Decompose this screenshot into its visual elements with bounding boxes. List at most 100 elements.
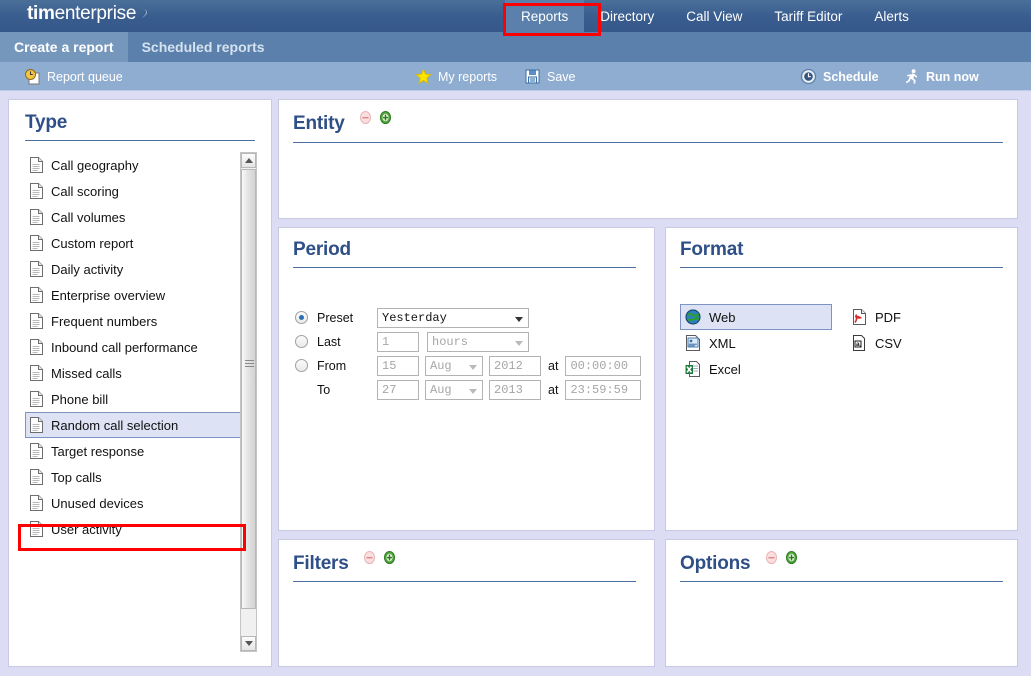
remove-entity-icon[interactable] xyxy=(359,111,372,124)
period-radio-preset[interactable] xyxy=(295,311,308,324)
scroll-down-button[interactable] xyxy=(241,636,256,651)
star-icon xyxy=(415,68,432,85)
type-list-item[interactable]: Custom report xyxy=(25,230,243,256)
to-month-select[interactable]: Aug xyxy=(425,379,483,400)
report-queue-button[interactable]: Report queue xyxy=(24,62,123,91)
period-panel-header: Period xyxy=(279,228,654,261)
type-list-item-label: Missed calls xyxy=(51,365,122,381)
type-list-item-label: Inbound call performance xyxy=(51,339,198,355)
format-option-label: PDF xyxy=(875,309,901,325)
nav-label-call-view: Call View xyxy=(686,8,743,24)
nav-item-reports[interactable]: Reports xyxy=(505,0,585,32)
type-list-item[interactable]: Call volumes xyxy=(25,204,243,230)
nav-item-tariff-editor[interactable]: Tariff Editor xyxy=(758,0,858,32)
options-panel-actions xyxy=(765,551,798,564)
app-logo: timenterprise xyxy=(27,3,151,25)
type-list-item[interactable]: Missed calls xyxy=(25,360,243,386)
format-option-pdf[interactable]: PDF xyxy=(846,304,986,330)
period-panel: Period Preset Yesterday Last 1 hours Fro… xyxy=(278,227,655,531)
pdf-document-icon xyxy=(851,309,867,325)
nav-item-alerts[interactable]: Alerts xyxy=(858,0,925,32)
entity-panel: Entity xyxy=(278,99,1018,219)
type-list-item[interactable]: Target response xyxy=(25,438,243,464)
period-radio-from[interactable] xyxy=(295,359,308,372)
save-label: Save xyxy=(547,69,576,84)
type-list-item[interactable]: Frequent numbers xyxy=(25,308,243,334)
add-option-icon[interactable] xyxy=(785,551,798,564)
report-queue-icon xyxy=(24,68,41,85)
scroll-up-button[interactable] xyxy=(241,153,256,168)
to-time-input[interactable]: 23:59:59 xyxy=(565,379,642,400)
last-unit-select[interactable]: hours xyxy=(427,331,529,352)
type-list-item-label: Call scoring xyxy=(51,183,119,199)
format-option-excel[interactable]: Excel xyxy=(680,356,832,382)
preset-select[interactable]: Yesterday xyxy=(377,307,529,328)
from-month-select[interactable]: Aug xyxy=(425,355,483,376)
period-radio-placeholder xyxy=(295,383,308,396)
type-list-item[interactable]: Phone bill xyxy=(25,386,243,412)
scrollbar-grip-icon xyxy=(245,360,254,367)
chevron-down-icon xyxy=(515,340,523,346)
period-row-last: Last 1 hours xyxy=(295,330,641,353)
format-panel: Format Web XML Excel PDF a CSV xyxy=(665,227,1018,531)
type-list-item[interactable]: Daily activity xyxy=(25,256,243,282)
report-toolbar: Report queue My reports Save Schedule Ru… xyxy=(0,62,1031,91)
scrollbar-thumb[interactable] xyxy=(241,169,256,609)
filters-panel: Filters xyxy=(278,539,655,667)
entity-panel-divider xyxy=(293,142,1003,143)
save-button[interactable]: Save xyxy=(524,62,576,91)
add-entity-icon[interactable] xyxy=(379,111,392,124)
type-list-item[interactable]: Top calls xyxy=(25,464,243,490)
type-list-item-label: Phone bill xyxy=(51,391,109,407)
document-icon xyxy=(30,391,43,407)
schedule-button[interactable]: Schedule xyxy=(800,62,879,91)
remove-option-icon[interactable] xyxy=(765,551,778,564)
excel-document-icon xyxy=(685,361,701,377)
from-year-input[interactable]: 2012 xyxy=(489,355,541,376)
type-list-item[interactable]: Unused devices xyxy=(25,490,243,516)
add-filter-icon[interactable] xyxy=(383,551,396,564)
format-option-label: Web xyxy=(709,309,736,325)
remove-filter-icon[interactable] xyxy=(363,551,376,564)
to-month-value: Aug xyxy=(430,382,452,397)
tab-create-a-report[interactable]: Create a report xyxy=(0,32,128,62)
nav-item-call-view[interactable]: Call View xyxy=(670,0,758,32)
type-list-item[interactable]: Enterprise overview xyxy=(25,282,243,308)
period-row-to: To 27 Aug 2013 at 23:59:59 xyxy=(295,378,642,401)
type-list-item[interactable]: User activity xyxy=(25,516,243,542)
schedule-label: Schedule xyxy=(823,69,879,84)
from-time-input[interactable]: 00:00:00 xyxy=(565,355,642,376)
clock-icon xyxy=(800,68,817,85)
type-list-item[interactable]: Inbound call performance xyxy=(25,334,243,360)
to-day-input[interactable]: 27 xyxy=(377,379,419,400)
from-day-input[interactable]: 15 xyxy=(377,355,419,376)
preset-select-value: Yesterday xyxy=(382,310,447,325)
my-reports-button[interactable]: My reports xyxy=(415,62,497,91)
last-amount-value: 1 xyxy=(382,334,390,349)
tab-scheduled-reports[interactable]: Scheduled reports xyxy=(128,32,279,62)
chevron-down-icon xyxy=(244,641,253,646)
nav-item-directory[interactable]: Directory xyxy=(584,0,670,32)
document-icon xyxy=(30,261,43,277)
format-option-web[interactable]: Web xyxy=(680,304,832,330)
type-list-scrollbar[interactable] xyxy=(240,152,257,652)
period-label-preset: Preset xyxy=(317,310,354,325)
save-floppy-icon xyxy=(524,68,541,85)
type-list-item[interactable]: Call geography xyxy=(25,152,243,178)
filters-panel-header: Filters xyxy=(279,540,654,575)
run-now-button[interactable]: Run now xyxy=(903,62,979,91)
from-day-value: 15 xyxy=(382,358,397,373)
page-body: Type Account summaryBusy channelsBusy ti… xyxy=(0,91,1031,675)
type-list-item[interactable]: Call scoring xyxy=(25,178,243,204)
format-option-csv[interactable]: a CSV xyxy=(846,330,986,356)
xml-document-icon xyxy=(685,335,701,351)
chevron-down-icon xyxy=(515,316,523,322)
last-amount-input[interactable]: 1 xyxy=(377,331,419,352)
to-year-input[interactable]: 2013 xyxy=(489,379,541,400)
type-list-item-label: User activity xyxy=(51,521,122,537)
type-panel-title: Type xyxy=(25,112,68,133)
globe-icon xyxy=(685,309,701,325)
format-option-xml[interactable]: XML xyxy=(680,330,832,356)
type-list-item[interactable]: Random call selection xyxy=(25,412,243,438)
period-radio-last[interactable] xyxy=(295,335,308,348)
